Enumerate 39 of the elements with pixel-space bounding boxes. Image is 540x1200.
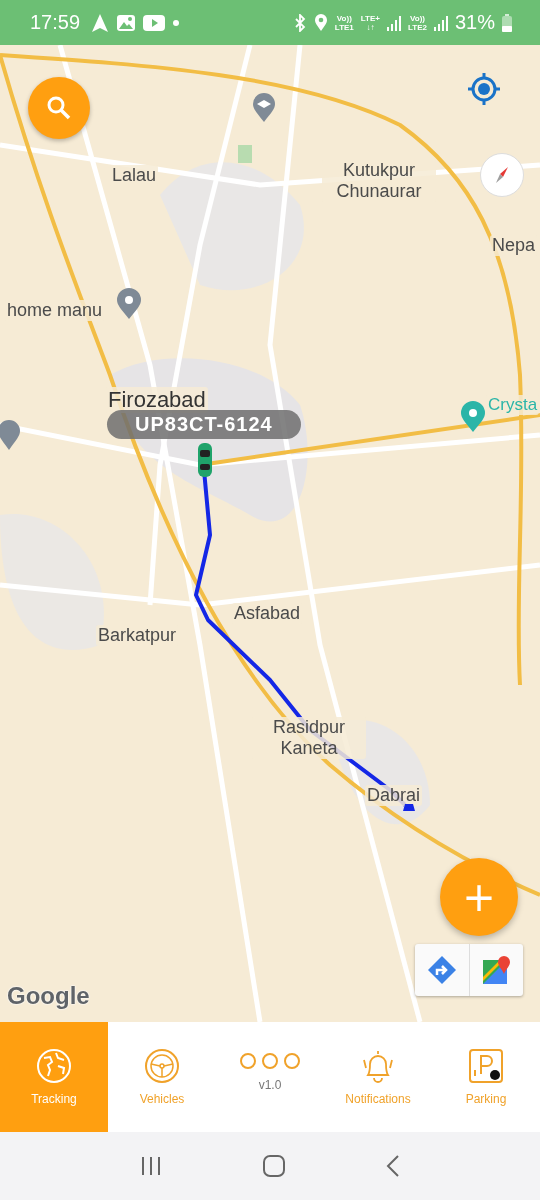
network-label: LTE+ ↓↑ bbox=[360, 13, 380, 32]
image-icon bbox=[116, 13, 137, 32]
video-play-icon bbox=[143, 14, 166, 31]
location-pin-icon bbox=[0, 419, 22, 451]
directions-icon bbox=[427, 955, 457, 985]
place-label: Nepa bbox=[490, 235, 538, 256]
vehicle-label: UP83CT-6124 bbox=[107, 410, 301, 439]
bell-icon bbox=[360, 1048, 396, 1084]
nav-tab[interactable]: Tracking bbox=[0, 1022, 108, 1132]
car-icon bbox=[197, 442, 213, 478]
place-label: Dabrai bbox=[365, 785, 423, 806]
location-pin-icon bbox=[460, 401, 486, 433]
place-label: Barkatpur bbox=[96, 625, 179, 646]
school-pin-icon bbox=[252, 93, 276, 123]
signal-icon bbox=[433, 14, 448, 31]
sim-label: Vo)) LTE2 bbox=[408, 13, 427, 32]
navigation-arrow-icon bbox=[91, 12, 110, 33]
steering-wheel-icon bbox=[144, 1048, 180, 1084]
place-label: Crysta bbox=[486, 395, 540, 415]
vehicle-marker-icon bbox=[402, 802, 416, 812]
status-time: 17:59 bbox=[30, 11, 81, 34]
home-icon[interactable] bbox=[262, 1154, 286, 1178]
search-icon bbox=[46, 95, 72, 121]
signal-icon bbox=[387, 14, 401, 31]
location-pin-icon bbox=[116, 288, 142, 320]
globe-icon bbox=[36, 1048, 72, 1084]
parking-sign-icon bbox=[468, 1048, 504, 1084]
dot-icon bbox=[172, 18, 181, 27]
map-pin-icon bbox=[481, 955, 512, 985]
location-pin-icon bbox=[313, 13, 328, 32]
more-dots-icon bbox=[239, 1052, 301, 1070]
place-label: Firozabad bbox=[106, 387, 208, 413]
battery-icon bbox=[502, 13, 512, 32]
bluetooth-icon bbox=[292, 13, 307, 32]
google-attribution: Google bbox=[7, 982, 90, 1010]
battery-percent: 31% bbox=[454, 11, 495, 34]
back-icon[interactable] bbox=[384, 1154, 401, 1178]
my-location-icon[interactable] bbox=[466, 71, 502, 107]
sim-label: Vo)) LTE1 bbox=[334, 13, 354, 32]
